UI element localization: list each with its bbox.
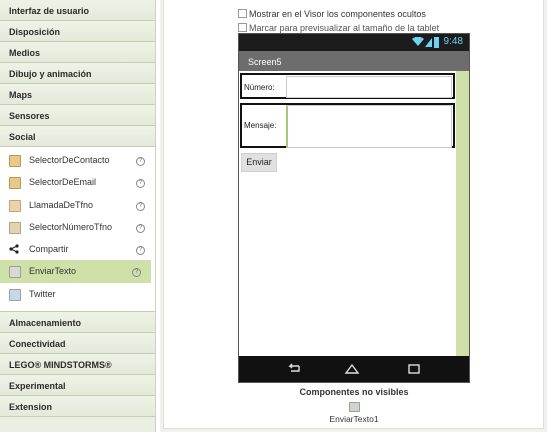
back-icon	[288, 363, 300, 372]
phone-preview: 9:48 Screen5 Número: Mensaje: Enviar	[238, 33, 470, 383]
component-llamada-de-tfno[interactable]: LlamadaDeTfno ?	[0, 194, 155, 216]
category-experimental[interactable]: Experimental	[0, 375, 155, 397]
category-disposicion[interactable]: Disposición	[0, 21, 155, 42]
category-interfaz-de-usuario[interactable]: Interfaz de usuario	[0, 0, 155, 21]
category-list-top: Interfaz de usuario Disposición Medios D…	[0, 0, 155, 147]
component-twitter[interactable]: Twitter	[0, 283, 155, 305]
category-label: Disposición	[9, 27, 61, 37]
tablet-preview-row[interactable]: Marcar para previsualizar al tamaño de l…	[238, 23, 439, 33]
phone-call-icon	[9, 199, 21, 212]
numero-textbox[interactable]	[286, 76, 452, 98]
category-maps[interactable]: Maps	[0, 84, 155, 105]
component-palette: Interfaz de usuario Disposición Medios D…	[0, 0, 156, 432]
component-label: Compartir	[29, 244, 69, 255]
recents-icon	[408, 364, 420, 374]
category-almacenamiento[interactable]: Almacenamiento	[0, 312, 155, 334]
category-label: Sensores	[9, 111, 50, 121]
share-icon	[9, 244, 19, 254]
help-icon[interactable]: ?	[136, 223, 145, 233]
show-hidden-checkbox[interactable]	[238, 9, 247, 18]
category-label: Maps	[9, 90, 33, 100]
category-list-bottom: Almacenamiento Conectividad LEGO® MINDST…	[0, 312, 155, 418]
screen-scroll-strip	[456, 71, 469, 356]
horizontal-arrangement-mensaje[interactable]: Mensaje:	[240, 103, 455, 148]
social-component-list: SelectorDeContacto ? SelectorDeEmail ? L…	[0, 147, 155, 313]
category-label: Extension	[9, 402, 53, 413]
category-label: Social	[9, 132, 36, 142]
nonvisible-components-title: Componentes no visibles	[299, 387, 409, 397]
signal-icon	[425, 38, 432, 47]
twitter-icon	[9, 288, 21, 301]
component-label: LlamadaDeTfno	[29, 199, 94, 210]
tablet-preview-checkbox[interactable]	[238, 23, 247, 32]
component-enviar-texto[interactable]: EnviarTexto ?	[0, 260, 151, 283]
navigation-bar	[239, 356, 469, 382]
component-label: SelectorDeEmail	[29, 177, 97, 188]
help-icon[interactable]: ?	[136, 246, 145, 256]
show-hidden-label: Mostrar en el Visor los componentes ocul…	[249, 9, 426, 19]
category-label: Almacenamiento	[9, 318, 82, 329]
component-selector-de-email[interactable]: SelectorDeEmail ?	[0, 171, 155, 193]
horizontal-arrangement-numero[interactable]: Número:	[240, 73, 455, 99]
status-bar: 9:48	[239, 34, 469, 51]
category-label: Interfaz de usuario	[9, 6, 90, 16]
email-picker-icon	[9, 177, 21, 190]
help-icon[interactable]: ?	[132, 268, 141, 278]
component-label: SelectorNúmeroTfno	[29, 221, 113, 232]
category-lego-mindstorms[interactable]: LEGO® MINDSTORMS®	[0, 354, 155, 376]
mensaje-label: Mensaje:	[244, 121, 277, 130]
texting-icon[interactable]	[349, 402, 360, 412]
numero-label: Número:	[244, 83, 275, 92]
component-label: SelectorDeContacto	[29, 155, 110, 165]
help-icon[interactable]: ?	[136, 157, 145, 166]
wifi-icon	[412, 37, 424, 46]
category-sensores[interactable]: Sensores	[0, 105, 155, 126]
category-label: LEGO® MINDSTORMS®	[9, 360, 112, 371]
component-compartir[interactable]: Compartir ?	[0, 238, 155, 260]
component-selector-de-contacto[interactable]: SelectorDeContacto ?	[0, 149, 155, 171]
texting-icon	[9, 266, 21, 279]
component-label: EnviarTexto	[29, 266, 77, 277]
screen-title-bar: Screen5	[239, 51, 469, 71]
nonvisible-component-label[interactable]: EnviarTexto1	[314, 414, 394, 424]
tablet-preview-label: Marcar para previsualizar al tamaño de l…	[249, 23, 440, 33]
category-dibujo-animacion[interactable]: Dibujo y animación	[0, 63, 155, 84]
mensaje-textbox[interactable]	[286, 105, 452, 148]
battery-icon	[434, 37, 439, 48]
component-label: Twitter	[29, 288, 56, 299]
send-button[interactable]: Enviar	[241, 153, 277, 172]
screen-canvas[interactable]: Número: Mensaje: Enviar	[239, 71, 456, 356]
category-label: Experimental	[9, 381, 66, 392]
category-extension[interactable]: Extension	[0, 396, 155, 418]
show-hidden-components-row[interactable]: Mostrar en el Visor los componentes ocul…	[238, 9, 426, 19]
component-selector-numero-tfno[interactable]: SelectorNúmeroTfno ?	[0, 216, 155, 238]
category-label: Dibujo y animación	[9, 69, 92, 79]
help-icon[interactable]: ?	[136, 179, 145, 189]
category-label: Medios	[9, 48, 41, 58]
status-time: 9:48	[443, 36, 463, 47]
contact-picker-icon	[9, 155, 21, 167]
category-conectividad[interactable]: Conectividad	[0, 333, 155, 355]
category-medios[interactable]: Medios	[0, 42, 155, 63]
home-icon	[344, 363, 360, 374]
screen-title: Screen5	[248, 57, 282, 67]
category-social[interactable]: Social	[0, 126, 155, 147]
phone-number-picker-icon	[9, 221, 21, 234]
help-icon[interactable]: ?	[136, 201, 145, 211]
category-label: Conectividad	[9, 339, 66, 350]
